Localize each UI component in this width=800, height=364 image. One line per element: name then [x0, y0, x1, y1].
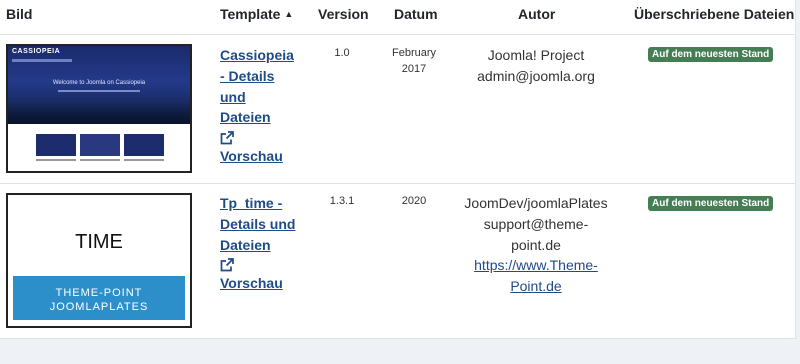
template-author: Joomla! Project admin@joomla.org — [450, 45, 622, 87]
thumbnail-menu — [12, 59, 72, 62]
author-email: admin@joomla.org — [477, 67, 595, 84]
thumbnail-title: TIME — [75, 231, 123, 253]
thumbnail-trees — [8, 102, 190, 124]
thumbnail-card — [36, 134, 76, 156]
header-divider — [0, 34, 795, 35]
author-name: Joomla! Project — [487, 47, 585, 63]
column-header-version: Version — [318, 6, 369, 22]
templates-table: Bild Template ▲ Version Datum Autor Über… — [0, 0, 796, 339]
thumbnail-caption — [36, 159, 76, 161]
preview-label: Vorschau — [220, 275, 283, 291]
preview-link[interactable]: Vorschau — [220, 129, 300, 167]
author-website-link[interactable]: https://www.Theme- Point.de — [450, 255, 622, 297]
thumbnail-hero-line — [58, 90, 140, 92]
link-text: und — [220, 88, 246, 105]
thumbnail-card — [124, 134, 164, 156]
thumbnail-brand: CASSIOPEIA — [12, 48, 61, 55]
status-badge: Auf dem neuesten Stand — [648, 47, 774, 62]
link-text: Tp_time - — [220, 195, 283, 211]
template-date: February 2017 — [384, 45, 444, 77]
template-version: 1.0 — [334, 47, 350, 59]
date-line: 2017 — [401, 63, 427, 75]
status-badge: Auf dem neuesten Stand — [648, 196, 774, 211]
author-website-text: Point.de — [510, 278, 562, 295]
template-author: JoomDev/joomlaPlates support@theme- poin… — [450, 193, 622, 297]
author-name: JoomDev/joomlaPlates — [464, 195, 608, 211]
thumbnail-caption — [124, 159, 164, 161]
column-header-overrides: Überschriebene Dateien — [634, 6, 795, 22]
author-email: support@theme- — [483, 215, 589, 232]
date-line: February — [391, 47, 437, 59]
template-details-link[interactable]: Cassiopeia - Details und Dateien — [220, 45, 300, 128]
template-thumbnail: TIME THEME-POINT JOOMLAPLATES — [6, 193, 192, 328]
thumbnail-banner: THEME-POINT JOOMLAPLATES — [13, 276, 185, 320]
row-divider — [0, 183, 795, 184]
link-text: Dateien — [220, 109, 271, 126]
author-website-text: https://www.Theme- — [474, 257, 598, 274]
preview-link[interactable]: Vorschau — [220, 256, 300, 294]
sort-ascending-icon: ▲ — [284, 9, 294, 19]
external-link-icon — [220, 131, 234, 145]
column-header-image: Bild — [6, 6, 33, 22]
column-header-author: Autor — [518, 6, 556, 22]
thumbnail-line-1: THEME-POINT — [55, 287, 143, 299]
thumbnail-card — [80, 134, 120, 156]
template-date: 2020 — [384, 193, 444, 209]
link-text: - Details — [220, 67, 275, 84]
external-link-icon — [220, 258, 234, 272]
author-email: point.de — [511, 236, 561, 253]
column-header-template-label: Template — [220, 6, 281, 22]
link-text: Dateien — [220, 236, 271, 253]
thumbnail-hero-text: Welcome to Joomla on Cassiopeia — [52, 80, 146, 86]
date-line: 2020 — [401, 195, 427, 207]
template-thumbnail: CASSIOPEIA Welcome to Joomla on Cassiope… — [6, 44, 192, 173]
thumbnail-hero: CASSIOPEIA Welcome to Joomla on Cassiope… — [8, 46, 190, 124]
thumbnail-caption — [80, 159, 120, 161]
template-version: 1.3.1 — [329, 195, 355, 207]
link-text: Details und — [220, 215, 296, 232]
thumbnail-line-2: JOOMLAPLATES — [49, 301, 149, 313]
link-text: Cassiopeia — [220, 47, 294, 63]
preview-label: Vorschau — [220, 148, 283, 164]
column-header-template[interactable]: Template ▲ — [220, 6, 293, 22]
column-header-date: Datum — [394, 6, 438, 22]
template-details-link[interactable]: Tp_time - Details und Dateien — [220, 193, 300, 255]
